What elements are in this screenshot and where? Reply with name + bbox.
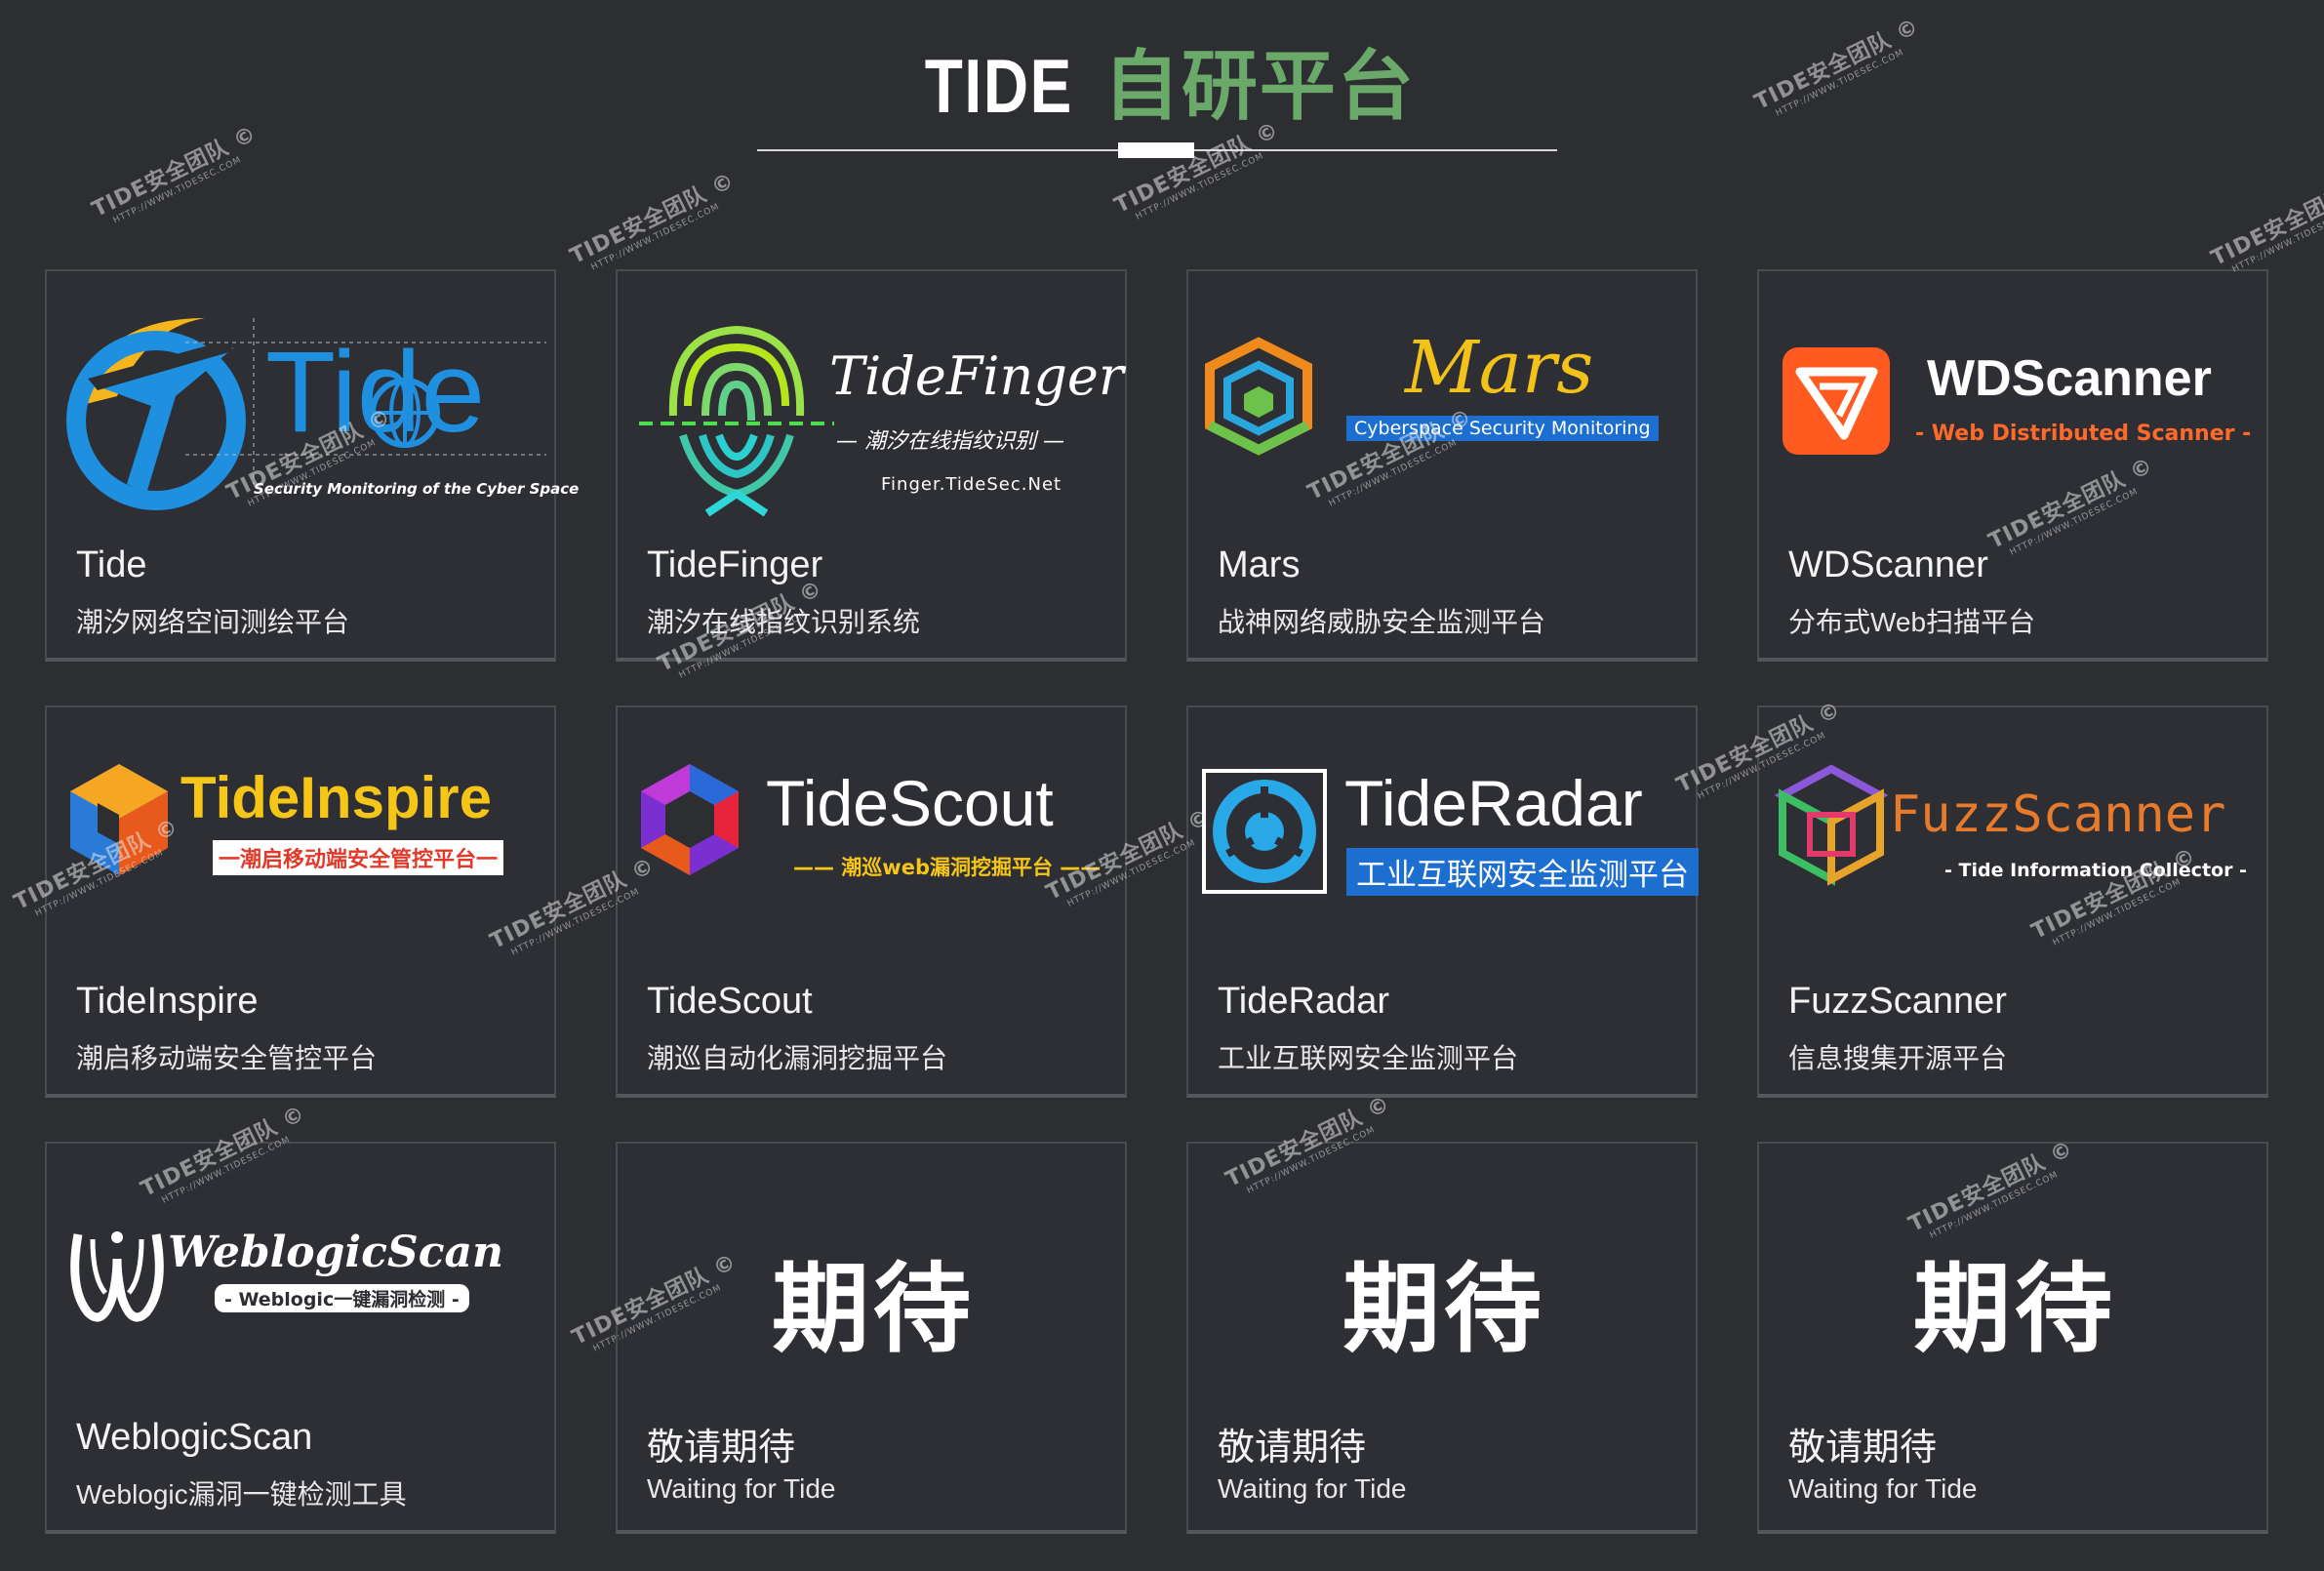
tidefinger-logo-url: Finger.TideSec.Net: [881, 474, 1062, 495]
project-card-coming-soon-3[interactable]: 期待 敬请期待 Waiting for Tide: [1757, 1142, 2268, 1534]
weblogicscan-logo: WeblogicScan - Weblogic一键漏洞检测 -: [59, 1161, 546, 1405]
card-title: FuzzScanner: [1788, 981, 2007, 1022]
card-description: 潮巡自动化漏洞挖掘平台: [647, 1043, 948, 1073]
watermark: TIDE安全团队 ©HTTP://WWW.TIDESEC.COM: [564, 163, 743, 278]
wdscanner-logo-text: WDScanner: [1927, 350, 2212, 407]
weblogic-icon: [70, 1231, 164, 1322]
project-card-tideradar[interactable]: TideRadar 工业互联网安全监测平台 TideRadar 工业互联网安全监…: [1186, 705, 1699, 1098]
fuzzscanner-logo: FuzzScanner - Tide Information Collector…: [1771, 725, 2259, 969]
fuzzscanner-logo-text: FuzzScanner: [1890, 786, 2226, 844]
project-card-fuzzscanner[interactable]: FuzzScanner - Tide Information Collector…: [1757, 705, 2268, 1098]
coming-soon-logo: 期待: [1771, 1161, 2259, 1405]
tidefinger-logo-sub: — 潮汐在线指纹识别 —: [836, 429, 1064, 454]
watermark-text: TIDE安全团队 ©: [566, 168, 740, 269]
radar-icon: [1202, 769, 1327, 894]
tide-logo-sub: Security Monitoring of the Cyber Space: [254, 480, 580, 498]
card-title: TideFinger: [647, 544, 823, 585]
project-card-tidefinger[interactable]: TideFinger — 潮汐在线指纹识别 — Finger.TideSec.N…: [616, 269, 1127, 662]
fingerprint-icon: [639, 325, 834, 517]
tidescout-logo: TideScout —— 潮巡web漏洞挖掘平台 ——: [629, 725, 1117, 969]
tidefinger-logo: TideFinger — 潮汐在线指纹识别 — Finger.TideSec.N…: [629, 289, 1124, 533]
card-description: Waiting for Tide: [1218, 1473, 1407, 1504]
card-description: 工业互联网安全监测平台: [1218, 1043, 1519, 1073]
tideinspire-logo: TideInspire 一潮启移动端安全管控平台一: [59, 725, 546, 969]
fuzz-cube-icon: [1774, 764, 1889, 886]
wdscanner-logo-sub: - Web Distributed Scanner -: [1915, 422, 2252, 446]
fuzzscanner-logo-sub: - Tide Information Collector -: [1944, 860, 2247, 881]
inspire-hex-icon: [70, 764, 168, 875]
watermark-text: TIDE安全团队 ©: [2207, 171, 2324, 271]
tide-logo: Tide Security Monitoring of the Cyber Sp…: [59, 289, 579, 533]
card-description: Waiting for Tide: [1788, 1473, 1978, 1504]
watermark-url: HTTP://WWW.TIDESEC.COM: [589, 202, 722, 273]
tideradar-logo-text: TideRadar: [1344, 767, 1643, 839]
project-card-mars[interactable]: Mars Cyberspace Security Monitoring Mars…: [1186, 269, 1698, 662]
card-description: 潮汐在线指纹识别系统: [647, 607, 921, 637]
card-title: Tide: [76, 544, 147, 585]
card-description: 分布式Web扫描平台: [1788, 607, 2036, 637]
card-description: 潮启移动端安全管控平台: [76, 1043, 378, 1073]
card-title: TideRadar: [1218, 981, 1390, 1022]
project-card-tideinspire[interactable]: TideInspire 一潮启移动端安全管控平台一 TideInspire 潮启…: [45, 705, 556, 1098]
card-title: 敬请期待: [647, 1428, 796, 1469]
coming-soon-logo-text: 期待: [1913, 1252, 2116, 1366]
tideinspire-logo-text: TideInspire: [180, 765, 492, 830]
tideradar-logo-sub: 工业互联网安全监测平台: [1346, 848, 1699, 896]
card-description: 战神网络威胁安全监测平台: [1218, 607, 1546, 637]
tidefinger-logo-text: TideFinger: [829, 345, 1124, 407]
watermark-url: HTTP://WWW.TIDESEC.COM: [2230, 204, 2324, 275]
scout-hex-icon: [641, 764, 739, 875]
card-description: 潮汐网络空间测绘平台: [76, 607, 350, 637]
project-card-coming-soon-2[interactable]: 期待 敬请期待 Waiting for Tide: [1186, 1142, 1698, 1534]
coming-soon-logo-text: 期待: [772, 1252, 975, 1366]
project-card-weblogicscan[interactable]: WeblogicScan - Weblogic一键漏洞检测 - Weblogic…: [45, 1142, 556, 1534]
page-header: TIDE 自研平台: [0, 0, 2324, 166]
card-title: 敬请期待: [1218, 1428, 1367, 1469]
card-title: 敬请期待: [1788, 1428, 1938, 1469]
title-underline-accent: [1118, 142, 1194, 158]
project-card-coming-soon-1[interactable]: 期待 敬请期待 Waiting for Tide: [616, 1142, 1127, 1534]
card-title: Mars: [1218, 544, 1301, 585]
tideinspire-logo-sub: 一潮启移动端安全管控平台一: [213, 840, 504, 875]
tidescout-logo-text: TideScout: [766, 767, 1054, 839]
project-card-wdscanner[interactable]: WDScanner - Web Distributed Scanner - WD…: [1757, 269, 2268, 662]
wdscanner-logo: WDScanner - Web Distributed Scanner -: [1771, 289, 2259, 533]
coming-soon-logo: 期待: [1200, 1161, 1688, 1405]
card-title: TideInspire: [76, 981, 259, 1022]
coming-soon-logo: 期待: [629, 1161, 1117, 1405]
card-description: 信息搜集开源平台: [1788, 1043, 2008, 1073]
watermark: TIDE安全团队 ©HTTP://WWW.TIDESEC.COM: [2205, 165, 2324, 280]
card-description: Weblogic漏洞一键检测工具: [76, 1479, 407, 1510]
mars-logo: Mars Cyberspace Security Monitoring: [1200, 289, 1688, 533]
card-title: TideScout: [647, 981, 813, 1022]
title-en: TIDE: [924, 43, 1074, 129]
weblogicscan-logo-sub: - Weblogic一键漏洞检测 -: [215, 1284, 469, 1312]
project-card-tide[interactable]: Tide Security Monitoring of the Cyber Sp…: [45, 269, 579, 662]
coming-soon-logo-text: 期待: [1342, 1252, 1545, 1366]
mars-logo-text: Mars: [1405, 326, 1594, 410]
project-card-tidescout[interactable]: TideScout —— 潮巡web漏洞挖掘平台 —— TideScout 潮巡…: [616, 705, 1127, 1098]
card-title: WeblogicScan: [76, 1417, 313, 1458]
card-title: WDScanner: [1788, 544, 1988, 585]
tide-logo-text: Tide: [265, 328, 486, 457]
project-grid: Tide Security Monitoring of the Cyber Sp…: [45, 269, 2269, 1538]
weblogicscan-logo-text: WeblogicScan: [168, 1228, 503, 1277]
card-description: Waiting for Tide: [647, 1473, 836, 1504]
tideradar-logo: TideRadar 工业互联网安全监测平台: [1200, 725, 1699, 969]
page-title: TIDE 自研平台: [0, 37, 2324, 136]
tidescout-logo-sub: —— 潮巡web漏洞挖掘平台 ——: [793, 856, 1102, 879]
wdscanner-icon: [1783, 347, 1890, 455]
title-cn: 自研平台: [1102, 43, 1416, 131]
mars-logo-sub: Cyberspace Security Monitoring: [1346, 416, 1659, 441]
mars-cube-icon: [1205, 337, 1312, 456]
